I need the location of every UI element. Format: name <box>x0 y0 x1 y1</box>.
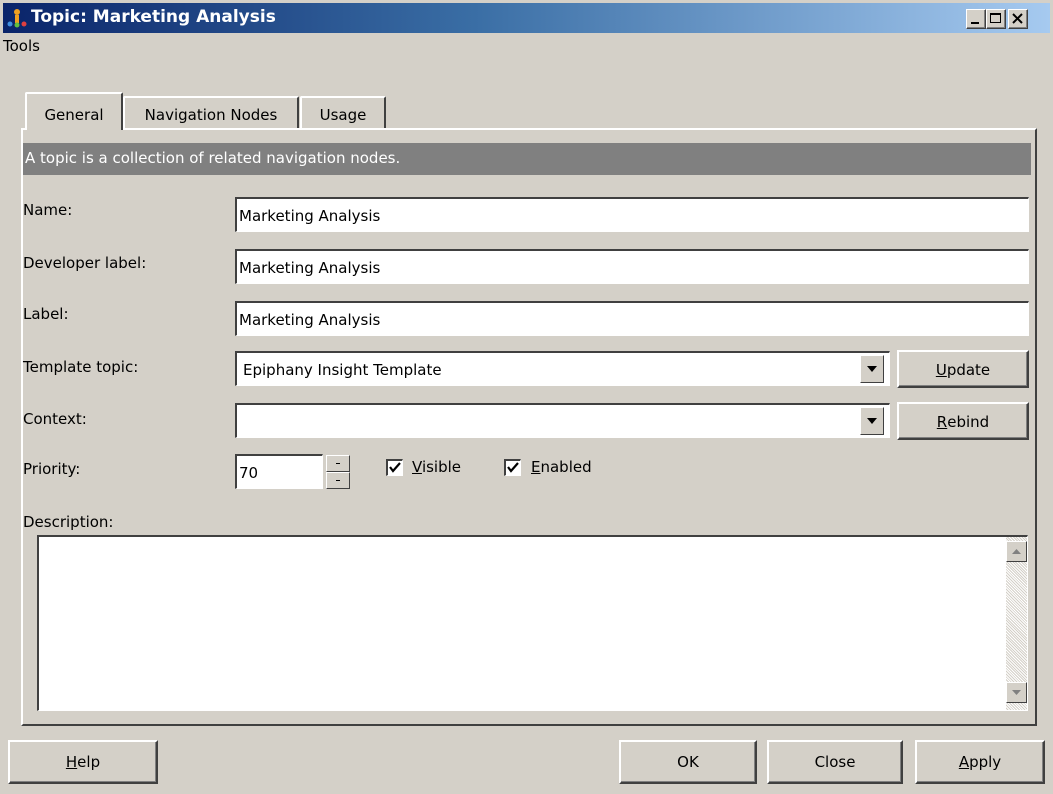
update-button[interactable]: Update <box>897 350 1029 388</box>
context-label: Context: <box>23 410 87 428</box>
help-button[interactable]: Help <box>8 740 158 784</box>
arrow-down-icon <box>1012 690 1021 695</box>
scroll-up-button[interactable] <box>1006 541 1027 562</box>
visible-label: isible <box>421 458 462 476</box>
menu-bar: Tools <box>0 34 1053 60</box>
close-icon <box>1012 13 1023 24</box>
apply-label: pply <box>969 753 1002 771</box>
template-topic-label: Template topic: <box>23 358 139 376</box>
visible-accel: V <box>412 458 422 476</box>
chevron-down-icon <box>867 366 877 372</box>
context-dropdown-button[interactable] <box>860 407 884 435</box>
maximize-button[interactable] <box>986 9 1006 29</box>
app-icon <box>7 8 27 28</box>
update-label: pdate <box>946 361 991 379</box>
title-bar[interactable]: Topic: Marketing Analysis <box>3 3 1050 33</box>
tab-general-label: General <box>44 106 104 124</box>
context-select[interactable] <box>235 403 890 438</box>
priority-input[interactable]: 70 <box>235 454 323 489</box>
ok-label: OK <box>677 753 699 771</box>
apply-accel: A <box>958 753 970 771</box>
help-label: elp <box>77 753 101 771</box>
description-label: Description: <box>23 513 114 531</box>
label-label: Label: <box>23 305 69 323</box>
help-accel: H <box>65 753 78 771</box>
arrow-up-icon <box>1012 549 1021 554</box>
visible-checkbox-label[interactable]: Visible <box>412 458 461 476</box>
rebind-accel: R <box>936 413 948 431</box>
developer-label-label: Developer label: <box>23 254 147 272</box>
name-input[interactable]: Marketing Analysis <box>235 197 1029 232</box>
topic-dialog: Topic: Marketing Analysis Tools General … <box>0 0 1053 794</box>
rebind-button[interactable]: Rebind <box>897 402 1029 440</box>
priority-increment-button[interactable] <box>326 455 350 472</box>
window-title: Topic: Marketing Analysis <box>31 7 276 27</box>
enabled-checkbox[interactable] <box>504 459 521 476</box>
tab-usage-label: Usage <box>319 106 367 124</box>
priority-decrement-button[interactable] <box>326 472 350 489</box>
checkmark-icon <box>507 462 519 473</box>
close-window-button[interactable] <box>1008 9 1028 29</box>
apply-button[interactable]: Apply <box>915 740 1045 784</box>
tab-navigation-nodes-label: Navigation Nodes <box>144 106 278 124</box>
template-topic-dropdown-button[interactable] <box>860 355 884 383</box>
maximize-icon <box>990 13 1001 23</box>
tab-navigation-nodes[interactable]: Navigation Nodes <box>123 96 299 128</box>
description-scrollbar[interactable] <box>1006 537 1027 710</box>
chevron-down-icon <box>867 418 877 424</box>
name-label: Name: <box>23 201 73 219</box>
arrow-up-icon <box>336 463 340 464</box>
menu-tools[interactable]: Tools <box>3 37 40 55</box>
developer-label-input[interactable]: Marketing Analysis <box>235 249 1029 284</box>
template-topic-select[interactable]: Epiphany Insight Template <box>235 351 890 386</box>
close-button[interactable]: Close <box>767 740 903 784</box>
scroll-down-button[interactable] <box>1006 682 1027 703</box>
description-textarea[interactable] <box>37 535 1028 711</box>
label-input[interactable]: Marketing Analysis <box>235 301 1029 336</box>
close-label: Close <box>814 753 856 771</box>
arrow-down-icon <box>336 480 340 481</box>
rebind-label: ebind <box>947 413 990 431</box>
minimize-icon <box>971 22 979 24</box>
checkmark-icon <box>389 462 401 473</box>
update-accel: U <box>935 361 947 379</box>
info-banner: A topic is a collection of related navig… <box>23 143 1031 175</box>
priority-label: Priority: <box>23 460 81 478</box>
tab-usage[interactable]: Usage <box>300 96 386 128</box>
visible-checkbox[interactable] <box>386 459 403 476</box>
ok-button[interactable]: OK <box>619 740 757 784</box>
enabled-checkbox-label[interactable]: Enabled <box>531 458 592 476</box>
tab-general[interactable]: General <box>25 92 123 130</box>
enabled-label: nabled <box>540 458 592 476</box>
minimize-button[interactable] <box>966 9 986 29</box>
